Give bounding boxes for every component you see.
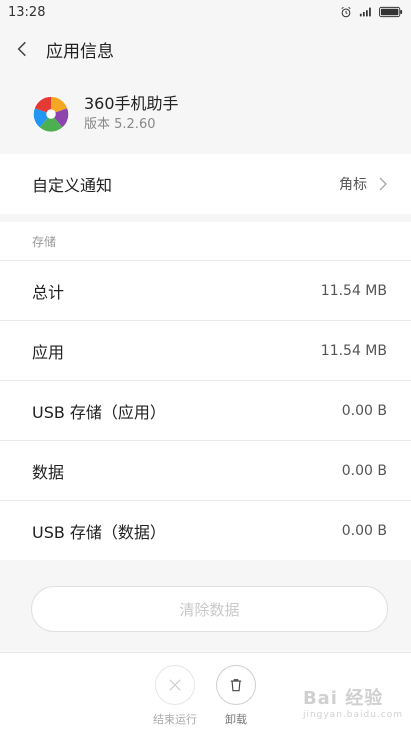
trash-icon xyxy=(230,679,242,692)
storage-row-total: 总计 11.54 MB xyxy=(0,260,411,320)
app-version: 版本 5.2.60 xyxy=(84,117,156,132)
title-bar: 应用信息 xyxy=(0,24,411,74)
storage-label: USB 存储（数据） xyxy=(32,522,166,542)
notification-card: 自定义通知 角标 xyxy=(0,154,411,214)
watermark-text: Bai 经验 xyxy=(302,688,384,709)
uninstall-circle xyxy=(216,665,256,705)
force-stop-button[interactable]: 结束运行 xyxy=(140,665,210,727)
alarm-icon xyxy=(341,6,351,18)
status-bar: 13:28 xyxy=(0,0,411,24)
watermark-sub: jingyan.baidu.com xyxy=(302,710,403,720)
storage-label: 应用 xyxy=(32,342,65,362)
uninstall-button[interactable]: 卸载 xyxy=(201,665,271,727)
storage-value: 11.54 MB xyxy=(320,342,387,359)
status-icons xyxy=(339,6,403,18)
storage-row-app: 应用 11.54 MB xyxy=(0,320,411,380)
signal-icon xyxy=(359,7,371,17)
storage-label: USB 存储（应用） xyxy=(32,402,166,422)
storage-label: 总计 xyxy=(32,282,65,302)
baidu-watermark: Bai 经验 jingyan.baidu.com xyxy=(303,684,403,720)
app-name: 360手机助手 xyxy=(84,94,179,113)
uninstall-label: 卸载 xyxy=(225,713,247,726)
force-stop-circle xyxy=(155,665,195,705)
app-meta: 360手机助手 版本 5.2.60 xyxy=(84,93,179,135)
custom-notification-row[interactable]: 自定义通知 角标 xyxy=(0,154,411,214)
storage-label: 数据 xyxy=(32,462,65,482)
app-logo-icon xyxy=(32,95,70,133)
force-stop-label: 结束运行 xyxy=(153,713,197,726)
chevron-left-icon xyxy=(17,41,26,57)
storage-section-title: 存储 xyxy=(32,234,57,249)
status-time: 13:28 xyxy=(8,4,46,20)
clear-data-button[interactable]: 清除数据 xyxy=(31,586,388,632)
bottom-action-bar: 结束运行 卸载 Bai 经验 jingyan.baidu.com xyxy=(0,652,411,730)
clear-data-label: 清除数据 xyxy=(179,600,240,619)
storage-value: 0.00 B xyxy=(341,402,387,419)
chevron-right-icon xyxy=(379,177,387,191)
storage-row-usb-app: USB 存储（应用） 0.00 B xyxy=(0,380,411,440)
close-icon xyxy=(169,679,181,691)
storage-row-data: 数据 0.00 B xyxy=(0,440,411,500)
storage-value: 0.00 B xyxy=(341,462,387,479)
custom-notification-value: 角标 xyxy=(339,177,367,193)
storage-card: 存储 总计 11.54 MB 应用 11.54 MB USB 存储（应用） 0.… xyxy=(0,222,411,560)
page-title: 应用信息 xyxy=(46,41,114,62)
storage-value: 0.00 B xyxy=(341,522,387,539)
custom-notification-label: 自定义通知 xyxy=(32,176,113,195)
storage-value: 11.54 MB xyxy=(320,282,387,299)
battery-icon xyxy=(379,6,403,18)
back-button[interactable] xyxy=(0,24,44,74)
app-header: 360手机助手 版本 5.2.60 xyxy=(0,74,411,154)
storage-row-usb-data: USB 存储（数据） 0.00 B xyxy=(0,500,411,560)
